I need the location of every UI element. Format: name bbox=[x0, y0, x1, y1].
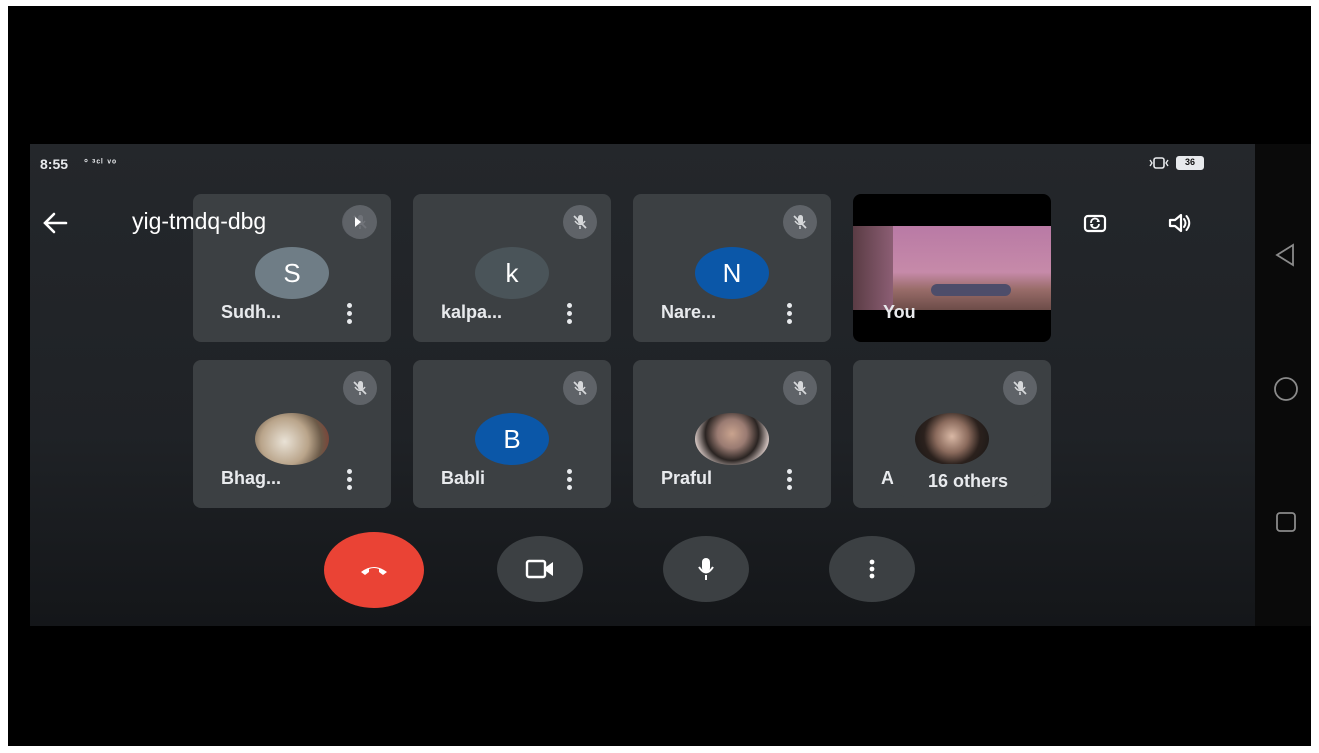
participant-tile[interactable]: Bhag... bbox=[193, 360, 391, 508]
arrow-left-icon bbox=[43, 212, 68, 234]
meet-screen: 8:55 ° ³ᶜˡ ᵛᵒ 36 S Sudh... k kalpa... N … bbox=[30, 144, 1255, 626]
participant-tile[interactable]: B Babli bbox=[413, 360, 611, 508]
participant-name: Nare... bbox=[661, 302, 717, 322]
participant-tile[interactable]: k kalpa... bbox=[413, 194, 611, 342]
vibrate-icon bbox=[1149, 157, 1169, 169]
mute-indicator bbox=[343, 371, 377, 405]
avatar: B bbox=[475, 413, 549, 465]
avatar-initial: k bbox=[505, 257, 519, 288]
participant-menu-button[interactable] bbox=[781, 298, 797, 328]
battery-icon: 36 bbox=[1176, 156, 1204, 170]
mute-indicator bbox=[563, 205, 597, 239]
participant-menu-button[interactable] bbox=[561, 298, 577, 328]
phone-hangup-icon bbox=[361, 567, 387, 575]
more-vert-icon bbox=[869, 559, 875, 579]
avatar: k bbox=[475, 247, 549, 299]
avatar-photo bbox=[915, 413, 989, 465]
participant-name: kalpa... bbox=[441, 302, 503, 322]
status-signal: ° ³ᶜˡ ᵛᵒ bbox=[84, 158, 118, 169]
mic-icon bbox=[698, 558, 714, 580]
mic-off-icon bbox=[573, 215, 587, 229]
mic-off-icon bbox=[1013, 381, 1027, 395]
back-button[interactable] bbox=[30, 208, 80, 238]
participant-name: Babli bbox=[441, 468, 486, 488]
camera-button[interactable] bbox=[497, 536, 583, 602]
mic-off-icon bbox=[573, 381, 587, 395]
avatar-initial: S bbox=[283, 257, 301, 288]
mic-off-icon bbox=[793, 381, 807, 395]
participant-tile[interactable]: Praful bbox=[633, 360, 831, 508]
mic-off-icon bbox=[353, 381, 367, 395]
others-count-chip[interactable]: 16 others bbox=[893, 464, 1043, 498]
mute-indicator bbox=[1003, 371, 1037, 405]
participant-name: Praful bbox=[661, 468, 713, 488]
participant-menu-button[interactable] bbox=[341, 464, 357, 494]
end-call-button[interactable] bbox=[324, 532, 424, 608]
camera-switch-icon bbox=[1083, 214, 1107, 233]
participant-name: Sudh... bbox=[221, 302, 281, 322]
camera-icon bbox=[525, 559, 553, 579]
mute-indicator bbox=[563, 371, 597, 405]
microphone-button[interactable] bbox=[663, 536, 749, 602]
nav-back-button[interactable] bbox=[1273, 242, 1297, 273]
speaker-icon bbox=[1168, 213, 1191, 233]
avatar-initial: B bbox=[503, 423, 521, 454]
avatar: S bbox=[255, 247, 329, 299]
mute-indicator bbox=[783, 205, 817, 239]
self-video bbox=[853, 226, 1051, 310]
participant-name: Bhag... bbox=[221, 468, 282, 488]
participant-menu-button[interactable] bbox=[781, 464, 797, 494]
mute-indicator bbox=[783, 371, 817, 405]
nav-recent-button[interactable] bbox=[1274, 510, 1298, 539]
switch-camera-button[interactable] bbox=[1075, 206, 1115, 240]
meeting-code[interactable]: yig-tmdq-dbg bbox=[132, 208, 266, 235]
battery-level: 36 bbox=[1184, 157, 1195, 167]
video-person-shape bbox=[931, 284, 1011, 296]
avatar-initial: N bbox=[722, 257, 742, 288]
square-recent-icon bbox=[1276, 512, 1296, 532]
system-nav-bar bbox=[1255, 144, 1311, 626]
avatar: N bbox=[695, 247, 769, 299]
self-view-tile[interactable]: You bbox=[853, 194, 1051, 342]
self-view-label: You bbox=[883, 302, 916, 322]
status-time: 8:55 bbox=[40, 156, 69, 172]
nav-home-button[interactable] bbox=[1273, 376, 1299, 407]
avatar-photo bbox=[255, 413, 329, 465]
speaker-button[interactable] bbox=[1160, 206, 1200, 240]
triangle-back-icon bbox=[1275, 243, 1294, 267]
avatar-photo bbox=[695, 413, 769, 465]
meeting-info-button[interactable] bbox=[342, 206, 374, 238]
others-tile[interactable]: Aa 16 others bbox=[853, 360, 1051, 508]
mic-off-icon bbox=[793, 215, 807, 229]
participant-menu-button[interactable] bbox=[341, 298, 357, 328]
chevron-right-icon bbox=[355, 217, 361, 227]
device-frame: 8:55 ° ³ᶜˡ ᵛᵒ 36 S Sudh... k kalpa... N … bbox=[8, 6, 1311, 746]
participant-tile[interactable]: N Nare... bbox=[633, 194, 831, 342]
participant-menu-button[interactable] bbox=[561, 464, 577, 494]
more-options-button[interactable] bbox=[829, 536, 915, 602]
status-icons: 36 bbox=[1148, 156, 1204, 170]
circle-home-icon bbox=[1274, 377, 1298, 401]
video-wall-shadow bbox=[853, 226, 893, 310]
